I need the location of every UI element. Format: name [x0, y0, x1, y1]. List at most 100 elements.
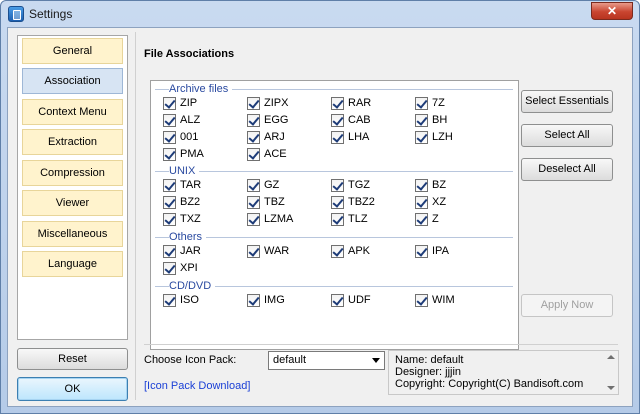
- checkbox-box[interactable]: [163, 114, 176, 127]
- icon-pack-select[interactable]: default: [268, 351, 385, 370]
- apply-now-button[interactable]: Apply Now: [521, 294, 613, 317]
- info-scrollbar[interactable]: [604, 351, 618, 394]
- checkbox-box[interactable]: [247, 179, 260, 192]
- vertical-divider: [135, 32, 136, 400]
- checkbox-label: ZIP: [180, 97, 198, 109]
- group-label-cddvd: CD/DVD: [169, 280, 216, 292]
- checkbox-label: XZ: [432, 196, 447, 208]
- checkbox-label: 7Z: [432, 97, 445, 109]
- checkbox-label: TBZ2: [348, 196, 375, 208]
- checkbox-box[interactable]: [415, 131, 428, 144]
- client-area: General Association Context Menu Extract…: [7, 27, 633, 407]
- deselect-all-button[interactable]: Deselect All: [521, 158, 613, 181]
- checkbox-label: TLZ: [348, 213, 368, 225]
- checkbox-box[interactable]: [163, 97, 176, 110]
- checkbox-label: LHA: [348, 131, 370, 143]
- checkbox-label: ISO: [180, 294, 199, 306]
- checkbox-label: TAR: [180, 179, 202, 191]
- checkbox-box[interactable]: [415, 97, 428, 110]
- checkbox-box[interactable]: [415, 294, 428, 307]
- select-essentials-button[interactable]: Select Essentials: [521, 90, 613, 113]
- checkbox-label: IMG: [264, 294, 285, 306]
- title-bar[interactable]: Settings ✕: [1, 1, 639, 27]
- checkbox-label: RAR: [348, 97, 372, 109]
- checkbox-label: BZ2: [180, 196, 201, 208]
- nav-item-association[interactable]: Association: [22, 68, 123, 94]
- checkbox-label: UDF: [348, 294, 371, 306]
- checkbox-box[interactable]: [331, 131, 344, 144]
- checkbox-label: APK: [348, 245, 371, 257]
- checkbox-label: BZ: [432, 179, 447, 191]
- checkbox-label: EGG: [264, 114, 289, 126]
- checkbox-label: ARJ: [264, 131, 285, 143]
- checkbox-box[interactable]: [247, 213, 260, 226]
- nav-item-miscellaneous[interactable]: Miscellaneous: [22, 221, 123, 247]
- checkbox-label: LZMA: [264, 213, 294, 225]
- checkbox-label: LZH: [432, 131, 453, 143]
- icon-pack-info: Name: default Designer: jjjin Copyright:…: [388, 350, 619, 395]
- reset-button[interactable]: Reset: [17, 348, 128, 370]
- nav-item-language[interactable]: Language: [22, 251, 123, 277]
- checkbox-label: Z: [432, 213, 439, 225]
- checkbox-box[interactable]: [247, 245, 260, 258]
- icon-pack-name: Name: default: [395, 354, 464, 366]
- checkbox-box[interactable]: [415, 213, 428, 226]
- checkbox-box[interactable]: [331, 213, 344, 226]
- checkbox-label: XPI: [180, 262, 198, 274]
- group-divider: [155, 237, 513, 238]
- nav-item-general[interactable]: General: [22, 38, 123, 64]
- group-divider: [155, 171, 513, 172]
- nav-item-context-menu[interactable]: Context Menu: [22, 99, 123, 125]
- checkbox-label: PMA: [180, 148, 204, 160]
- checkbox-box[interactable]: [247, 294, 260, 307]
- checkbox-box[interactable]: [163, 179, 176, 192]
- checkbox-box[interactable]: [331, 179, 344, 192]
- checkbox-label: TGZ: [348, 179, 370, 191]
- checkbox-box[interactable]: [247, 97, 260, 110]
- group-label-unix: UNIX: [169, 165, 200, 177]
- nav-item-viewer[interactable]: Viewer: [22, 190, 123, 216]
- checkbox-box[interactable]: [247, 131, 260, 144]
- page-title: File Associations: [144, 48, 235, 60]
- checkbox-box[interactable]: [163, 245, 176, 258]
- icon-pack-copyright: Copyright: Copyright(C) Bandisoft.com: [395, 378, 584, 390]
- checkbox-box[interactable]: [415, 196, 428, 209]
- checkbox-box[interactable]: [163, 131, 176, 144]
- nav-item-compression[interactable]: Compression: [22, 160, 123, 186]
- group-label-archive: Archive files: [169, 83, 233, 95]
- nav-item-extraction[interactable]: Extraction: [22, 129, 123, 155]
- checkbox-label: BH: [432, 114, 448, 126]
- checkbox-box[interactable]: [415, 245, 428, 258]
- checkbox-box[interactable]: [163, 213, 176, 226]
- checkbox-label: WIM: [432, 294, 455, 306]
- associations-panel: Archive files UNIX Others CD/DVD ZIP ZIPX…: [150, 80, 519, 350]
- checkbox-box[interactable]: [331, 114, 344, 127]
- checkbox-box[interactable]: [331, 245, 344, 258]
- icon-pack-download-link[interactable]: [Icon Pack Download]: [144, 380, 250, 392]
- checkbox-label: ZIPX: [264, 97, 289, 109]
- ok-button[interactable]: OK: [17, 377, 128, 401]
- settings-nav: General Association Context Menu Extract…: [17, 35, 128, 340]
- checkbox-label: WAR: [264, 245, 290, 257]
- icon-pack-selected-value: default: [273, 354, 307, 366]
- close-button[interactable]: ✕: [591, 2, 633, 20]
- checkbox-box[interactable]: [415, 179, 428, 192]
- app-icon: [8, 6, 24, 22]
- checkbox-box[interactable]: [331, 196, 344, 209]
- checkbox-label: IPA: [432, 245, 449, 257]
- checkbox-box[interactable]: [247, 148, 260, 161]
- checkbox-box[interactable]: [331, 294, 344, 307]
- icon-pack-label: Choose Icon Pack:: [144, 354, 237, 366]
- select-all-button[interactable]: Select All: [521, 124, 613, 147]
- checkbox-box[interactable]: [247, 196, 260, 209]
- checkbox-label: 001: [180, 131, 199, 143]
- checkbox-box[interactable]: [163, 262, 176, 275]
- icon-pack-designer: Designer: jjjin: [395, 366, 462, 378]
- checkbox-box[interactable]: [163, 294, 176, 307]
- checkbox-box[interactable]: [163, 148, 176, 161]
- checkbox-box[interactable]: [415, 114, 428, 127]
- checkbox-box[interactable]: [163, 196, 176, 209]
- checkbox-box[interactable]: [247, 114, 260, 127]
- checkbox-box[interactable]: [331, 97, 344, 110]
- checkbox-label: ACE: [264, 148, 287, 160]
